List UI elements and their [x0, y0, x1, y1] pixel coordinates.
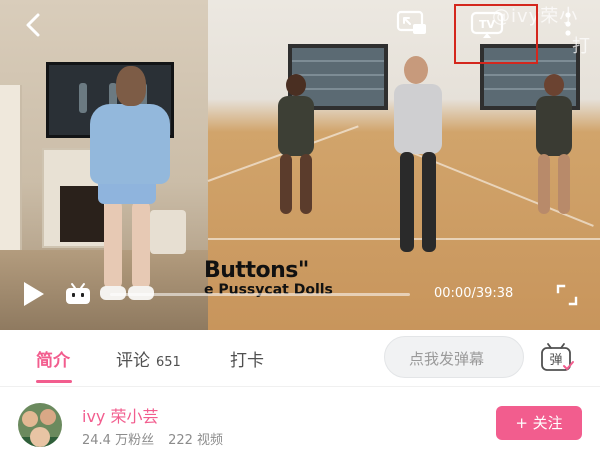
detail-tabs: 简介 评论 651 打卡 点我发弹幕 弹	[0, 330, 600, 386]
tab-comments[interactable]: 评论 651	[116, 346, 181, 371]
comment-count: 651	[156, 355, 181, 370]
door	[0, 85, 22, 255]
bilibili-tv-icon[interactable]	[64, 282, 92, 306]
video-caption-title: Buttons"	[204, 258, 309, 283]
progress-bar[interactable]	[110, 293, 410, 296]
danmaku-placeholder: 点我发弹幕	[409, 350, 485, 368]
screen-cast-icon[interactable]	[396, 10, 428, 38]
back-arrow-icon[interactable]	[22, 12, 46, 38]
video-count: 222 视频	[168, 433, 224, 448]
stool	[150, 210, 186, 254]
video-player[interactable]: Buttons" e Pussycat Dolls @ivy荣小 打 TV 00…	[0, 0, 600, 330]
tv-button-highlight	[454, 4, 538, 64]
more-vertical-icon[interactable]	[560, 10, 576, 38]
tab-checkin-label: 打卡	[230, 351, 264, 371]
tab-intro-label: 简介	[36, 351, 70, 371]
fullscreen-icon[interactable]	[556, 284, 578, 306]
tab-active-indicator	[36, 380, 72, 383]
avatar[interactable]	[18, 403, 62, 447]
danmaku-settings-button[interactable]: 弹	[530, 336, 582, 378]
tab-intro[interactable]: 简介	[36, 346, 70, 371]
tab-checkin[interactable]: 打卡	[230, 346, 264, 371]
follow-button[interactable]: + 关注	[496, 406, 582, 440]
time-display: 00:00/39:38	[434, 286, 514, 301]
uploader-stats: 24.4 万粉丝 222 视频	[82, 429, 237, 448]
danmaku-input[interactable]: 点我发弹幕	[384, 336, 524, 378]
viewer-figure	[90, 104, 170, 184]
uploader-row: ivy 荣小芸 24.4 万粉丝 222 视频 + 关注	[0, 386, 600, 450]
uploader-name[interactable]: ivy 荣小芸	[82, 403, 158, 427]
follower-count: 24.4 万粉丝	[82, 433, 155, 448]
tab-comments-label: 评论	[116, 351, 150, 371]
play-icon[interactable]	[20, 280, 46, 308]
danmaku-icon: 弹	[541, 343, 574, 371]
danmaku-glyph: 弹	[549, 353, 562, 368]
